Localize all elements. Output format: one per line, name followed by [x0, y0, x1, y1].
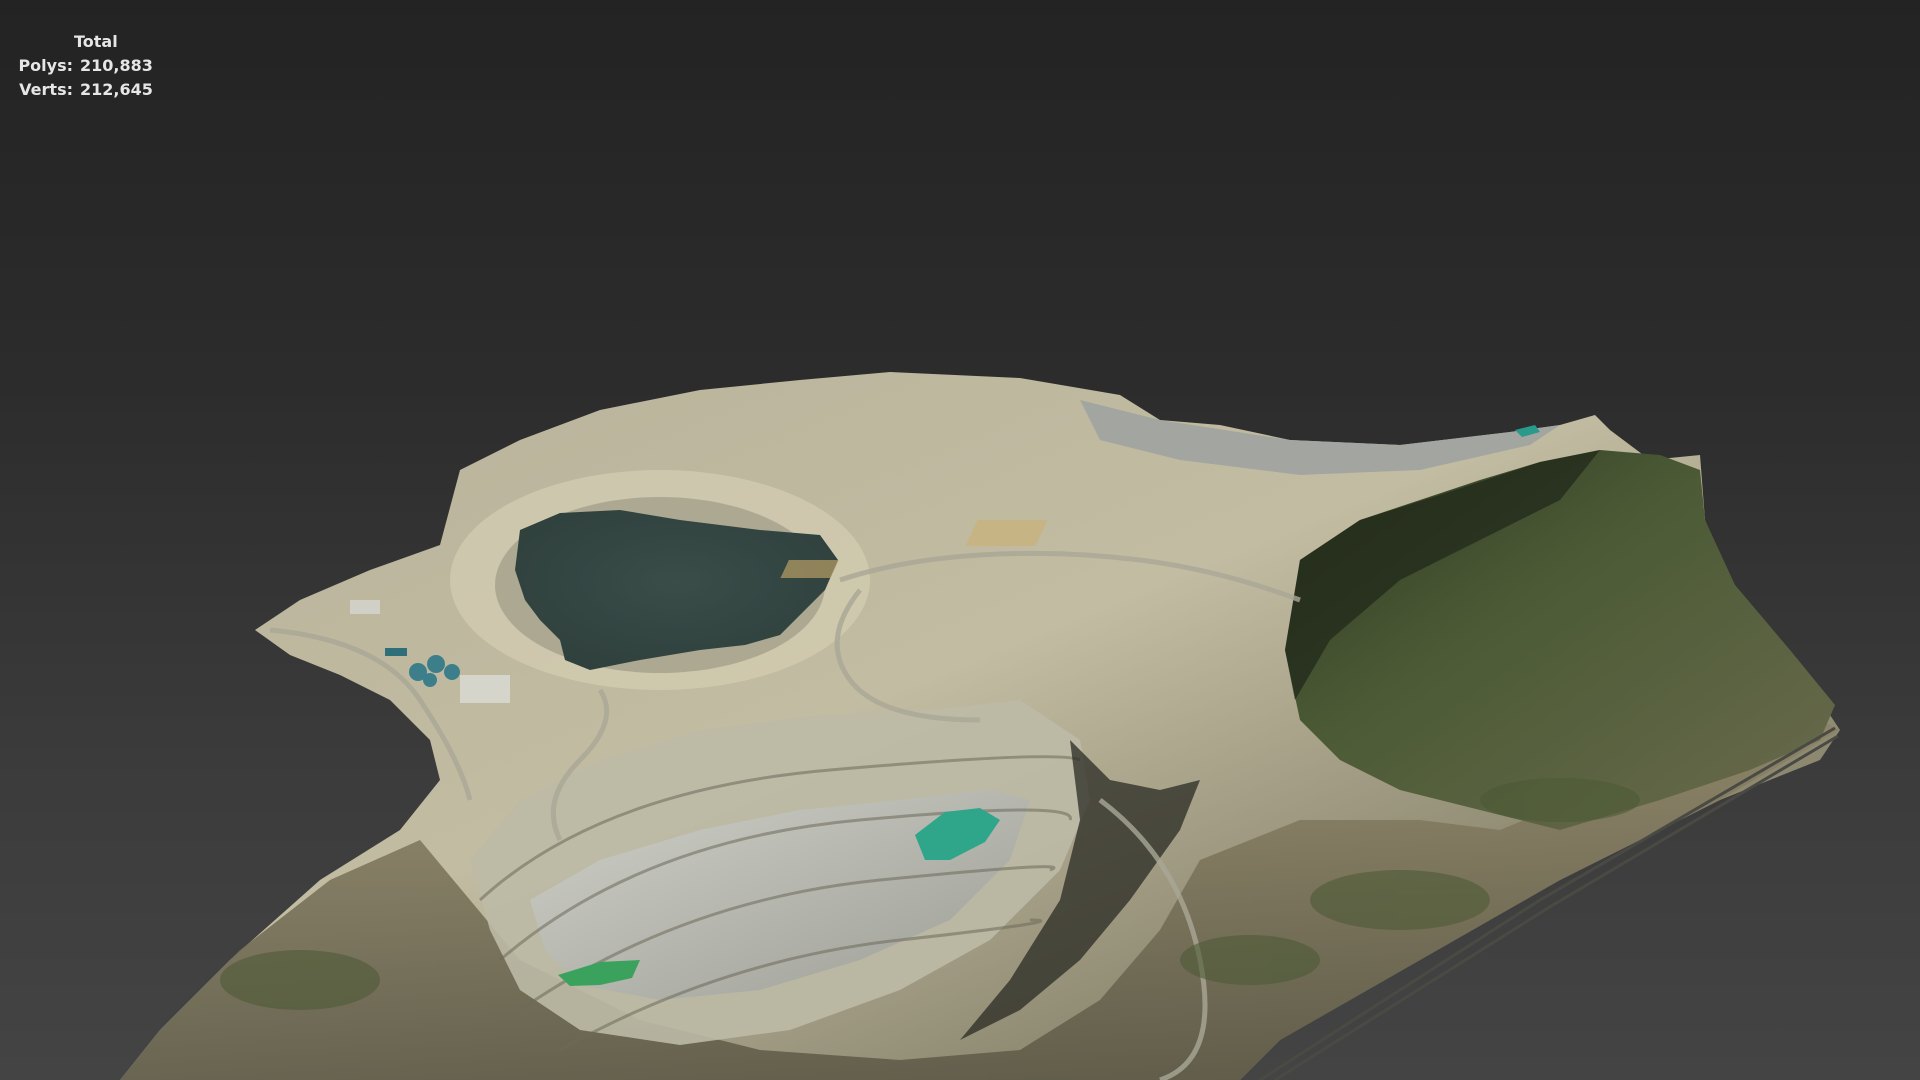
- terrain-mesh[interactable]: [0, 0, 1920, 1080]
- 3d-viewport[interactable]: Total Polys: 210,883 Verts: 212,645: [0, 0, 1920, 1080]
